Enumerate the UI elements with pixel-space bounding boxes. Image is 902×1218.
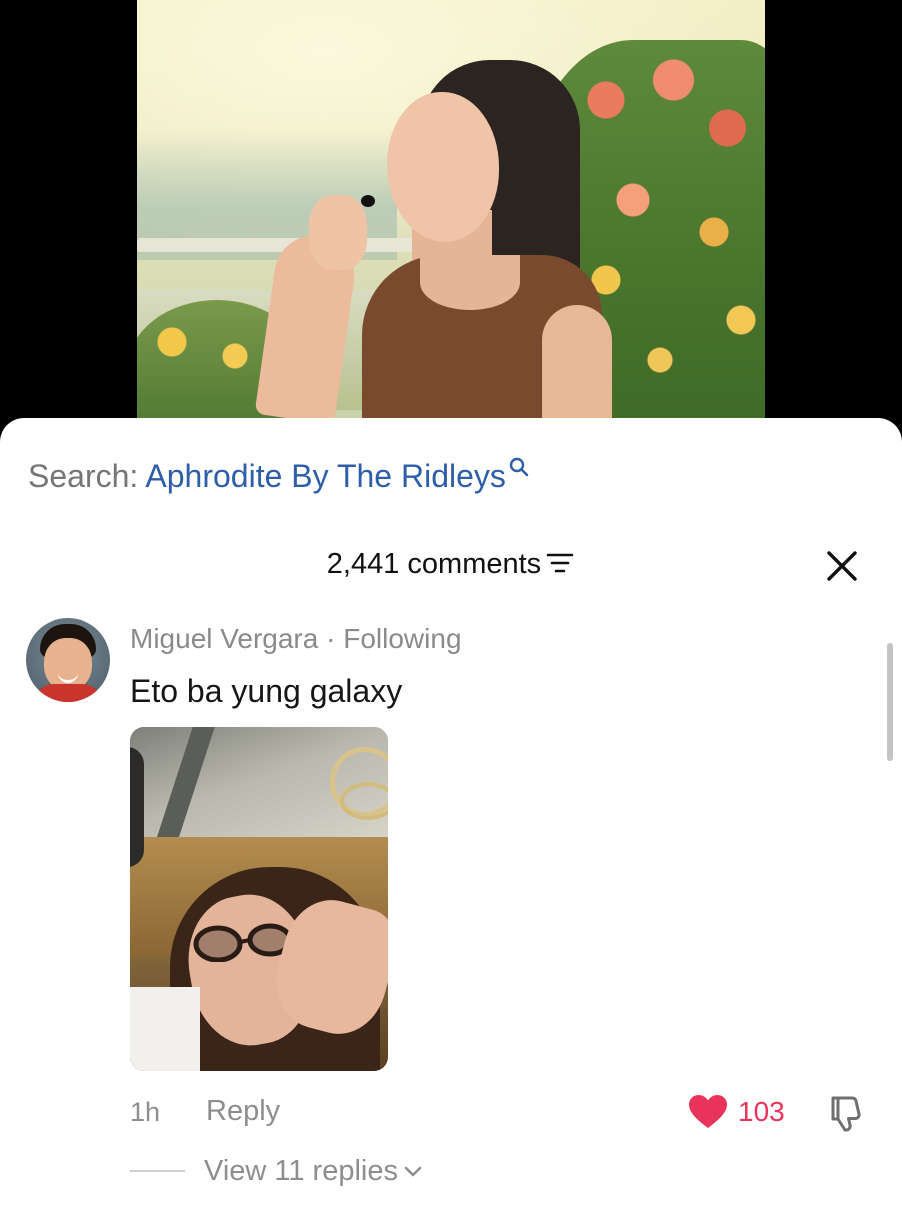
replies-divider bbox=[130, 1170, 185, 1172]
chevron-down-icon bbox=[404, 1167, 422, 1177]
view-replies-button[interactable]: View 11 replies bbox=[204, 1153, 424, 1189]
search-term-link[interactable]: Aphrodite By The Ridleys bbox=[145, 458, 505, 494]
heart-icon[interactable] bbox=[688, 1094, 728, 1130]
like-count: 103 bbox=[738, 1096, 785, 1127]
comments-sheet: Search: Aphrodite By The Ridleys 2,441 c… bbox=[0, 418, 902, 1218]
scrollbar[interactable] bbox=[887, 643, 893, 761]
comments-header: 2,441 comments bbox=[0, 544, 902, 584]
reply-button[interactable]: Reply bbox=[206, 1093, 280, 1129]
comments-count: 2,441 comments bbox=[326, 548, 542, 580]
filter-sort-icon[interactable] bbox=[545, 549, 575, 577]
search-icon bbox=[509, 457, 529, 477]
video-frame-image bbox=[137, 0, 765, 418]
comment-author[interactable]: Miguel Vergara bbox=[130, 623, 318, 654]
author-separator: · bbox=[318, 623, 344, 654]
close-icon[interactable] bbox=[818, 542, 866, 590]
comment-author-line: Miguel Vergara · Following bbox=[130, 621, 462, 657]
search-suggestion[interactable]: Search: Aphrodite By The Ridleys bbox=[28, 456, 530, 496]
comment-text: Eto ba yung galaxy bbox=[130, 673, 403, 709]
avatar[interactable] bbox=[26, 618, 110, 702]
earbud bbox=[361, 195, 375, 207]
following-label: Following bbox=[343, 623, 462, 654]
search-label: Search: bbox=[28, 458, 139, 494]
thumbs-down-icon[interactable] bbox=[825, 1092, 867, 1134]
subject-face bbox=[387, 92, 499, 242]
comment-timestamp: 1h bbox=[130, 1097, 161, 1127]
comment-photo[interactable] bbox=[130, 727, 388, 1071]
view-replies-label: View 11 replies bbox=[204, 1155, 398, 1187]
video-player[interactable] bbox=[0, 0, 902, 440]
